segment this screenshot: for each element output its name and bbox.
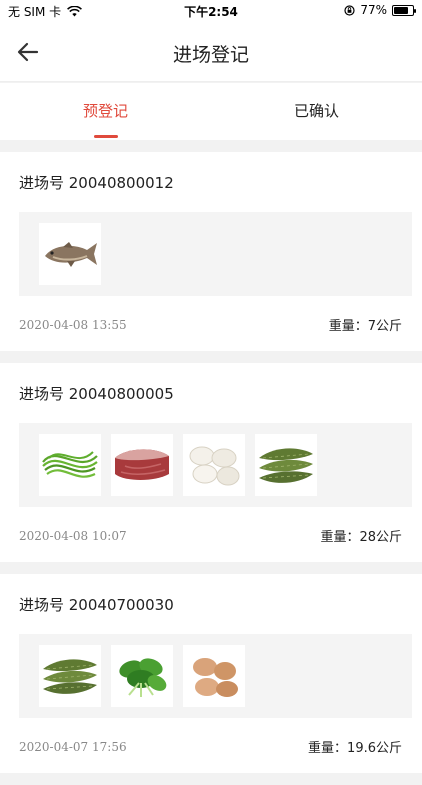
status-bar: 无 SIM 卡 下午2:54 77% (0, 0, 422, 22)
record-date: 2020-04-08 13:55 (19, 318, 127, 332)
product-image-strip (19, 634, 412, 718)
leafy-greens-image (111, 645, 173, 707)
record-weight: 重量：7公斤 (328, 319, 402, 334)
battery-icon (392, 4, 416, 16)
eggs-image (183, 645, 245, 707)
entry-number: 进场号 20040800012 (19, 174, 174, 192)
record-weight: 重量：19.6公斤 (308, 741, 402, 756)
battery-percent: 77% (360, 3, 387, 17)
record-date: 2020-04-08 10:07 (19, 529, 127, 543)
battery-fill (394, 6, 408, 14)
tab-label: 已确认 (293, 102, 339, 120)
status-right: 77% (344, 3, 416, 17)
fish-image (39, 223, 101, 285)
active-tab-indicator (93, 135, 118, 138)
tab-pre-registration[interactable]: 预登记 (0, 83, 211, 140)
tab-confirmed[interactable]: 已确认 (211, 83, 422, 140)
page-title: 进场登记 (172, 44, 249, 66)
record-card[interactable]: 进场号 20040700030 2020-04-07 17:56 重量：19.6… (0, 574, 422, 773)
long-beans-image (39, 434, 101, 496)
entry-number: 进场号 20040700030 (19, 596, 174, 614)
product-image-strip (19, 423, 412, 507)
tab-bar: 预登记 已确认 (0, 83, 422, 140)
pork-image (111, 434, 173, 496)
loofah-image (39, 645, 101, 707)
loofah-image (255, 434, 317, 496)
record-date: 2020-04-07 17:56 (19, 740, 127, 754)
entry-number: 进场号 20040800005 (19, 385, 174, 403)
record-card[interactable]: 进场号 20040800005 2020-04-08 10:07 重量：28公斤 (0, 363, 422, 562)
record-weight: 重量：28公斤 (320, 530, 402, 545)
eggs-image (183, 434, 245, 496)
record-card[interactable]: 进场号 20040800012 2020-04-08 13:55 重量：7公斤 (0, 152, 422, 351)
orientation-lock-icon (344, 4, 355, 16)
tab-label: 预登记 (82, 102, 128, 120)
nav-bar: 进场登记 (0, 22, 422, 82)
product-image-strip (19, 212, 412, 296)
record-list: 进场号 20040800012 2020-04-08 13:55 重量：7公斤 … (0, 152, 422, 785)
